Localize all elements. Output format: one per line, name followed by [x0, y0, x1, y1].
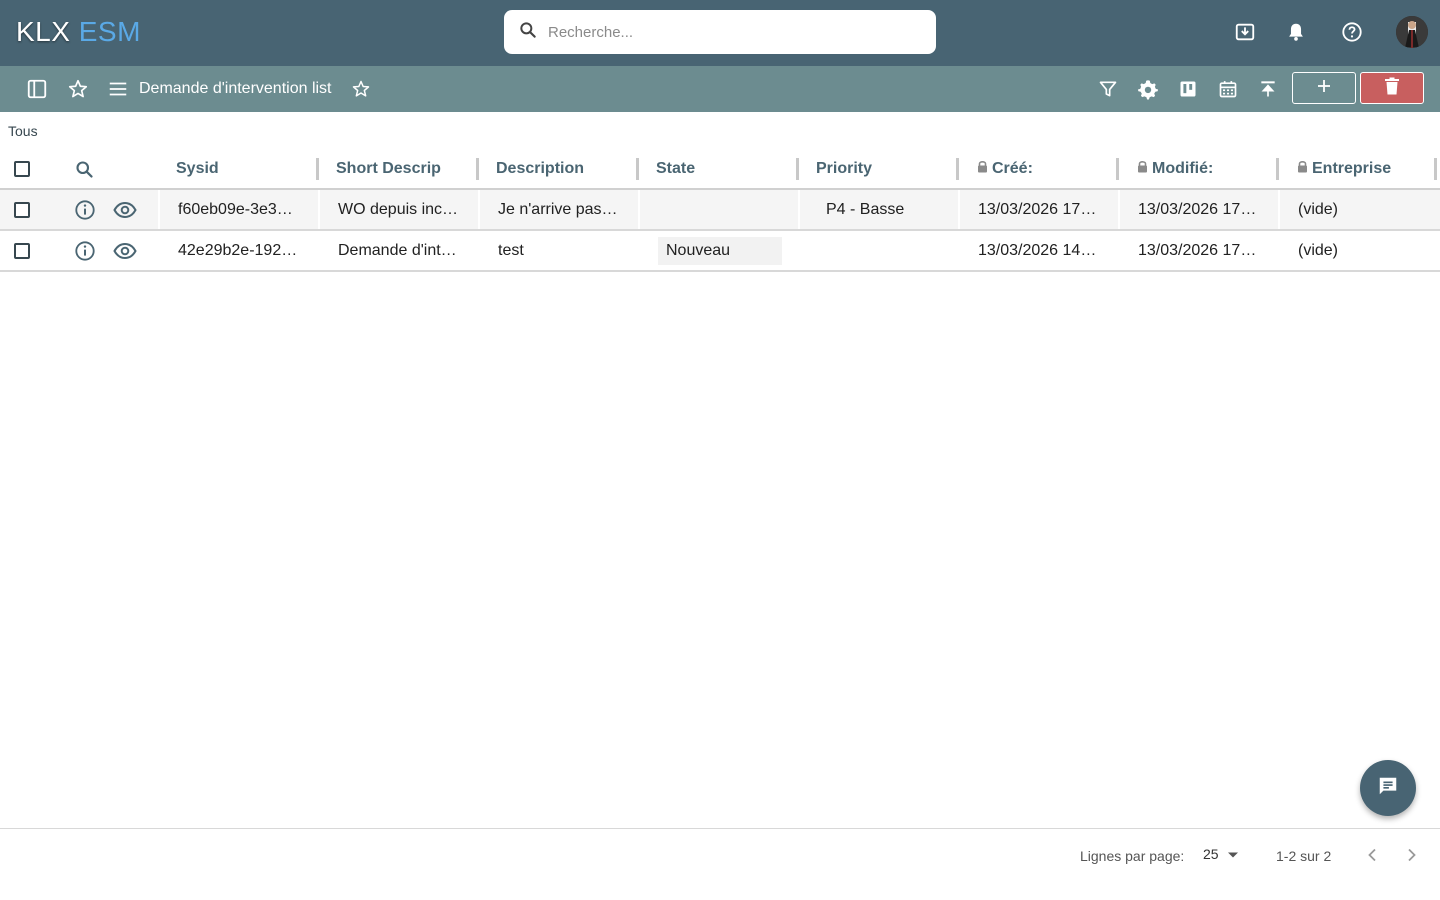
- user-avatar[interactable]: [1396, 16, 1428, 48]
- cell-modified[interactable]: 13/03/2026 17…: [1138, 190, 1256, 229]
- state-chip: Nouveau: [658, 236, 782, 265]
- cell-divider: [958, 190, 960, 229]
- filter-icon[interactable]: [1096, 77, 1120, 101]
- logo-esm: ESM: [78, 16, 141, 47]
- row-checkbox-cell: [14, 190, 30, 229]
- select-all-checkbox-cell: [14, 148, 30, 190]
- app-bar: KLX ESM: [0, 0, 1440, 66]
- search-input[interactable]: [548, 23, 928, 41]
- cell-priority[interactable]: P4 - Basse: [826, 190, 904, 229]
- column-header-description[interactable]: Description: [496, 148, 584, 190]
- cell-divider: [798, 190, 800, 229]
- column-resize-handle[interactable]: [956, 158, 959, 180]
- column-header-short-description[interactable]: Short Descrip: [336, 148, 442, 190]
- column-header-priority[interactable]: Priority: [816, 148, 872, 190]
- rows-per-page-select[interactable]: 25: [1203, 846, 1239, 862]
- favorites-star-icon[interactable]: [66, 77, 90, 101]
- next-page-button[interactable]: [1402, 845, 1422, 865]
- column-resize-handle[interactable]: [636, 158, 639, 180]
- cell-divider: [158, 190, 160, 229]
- cell-sysid[interactable]: f60eb09e-3e3…: [178, 190, 293, 229]
- rows-per-page-value: 25: [1203, 846, 1219, 862]
- footer-divider: [0, 828, 1440, 829]
- chat-fab-button[interactable]: [1360, 760, 1416, 816]
- search-icon: [518, 20, 538, 45]
- chat-message-icon: [1377, 775, 1399, 802]
- sidebar-toggle-icon[interactable]: [25, 77, 49, 101]
- table-header: Sysid Short Descrip Description State Pr…: [0, 148, 1440, 190]
- lock-icon: [1297, 160, 1308, 178]
- column-header-created[interactable]: Créé:: [977, 148, 1033, 190]
- help-icon[interactable]: [1340, 20, 1364, 44]
- column-resize-handle[interactable]: [476, 158, 479, 180]
- page-title: Demande d'intervention list: [139, 80, 332, 97]
- column-header-sysid[interactable]: Sysid: [176, 148, 219, 190]
- records-table: Sysid Short Descrip Description State Pr…: [0, 148, 1440, 272]
- lock-icon: [977, 160, 988, 178]
- column-resize-handle[interactable]: [316, 158, 319, 180]
- list-toolbar: Demande d'intervention list: [0, 66, 1440, 112]
- cell-divider: [318, 190, 320, 229]
- preview-eye-icon[interactable]: [113, 190, 137, 229]
- kanban-icon[interactable]: [1176, 77, 1200, 101]
- cell-description[interactable]: Je n'arrive pas…: [498, 190, 618, 229]
- column-search-icon[interactable]: [74, 148, 95, 190]
- column-resize-handle[interactable]: [1116, 158, 1119, 180]
- cell-divider: [638, 190, 640, 229]
- cell-created[interactable]: 13/03/2026 14…: [978, 231, 1096, 270]
- table-row[interactable]: 42e29b2e-192… Demande d'int… test Nouvea…: [0, 231, 1440, 272]
- cell-divider: [1118, 190, 1120, 229]
- cell-modified[interactable]: 13/03/2026 17…: [1138, 231, 1256, 270]
- global-search: [504, 10, 936, 54]
- preview-eye-icon[interactable]: [113, 231, 137, 270]
- cell-state[interactable]: Nouveau: [658, 231, 782, 270]
- lock-icon: [1137, 160, 1148, 178]
- menu-icon[interactable]: [106, 77, 130, 101]
- delete-records-button[interactable]: [1360, 72, 1424, 104]
- column-resize-handle[interactable]: [796, 158, 799, 180]
- cell-sysid[interactable]: 42e29b2e-192…: [178, 231, 297, 270]
- column-header-state[interactable]: State: [656, 148, 695, 190]
- cell-created[interactable]: 13/03/2026 17…: [978, 190, 1096, 229]
- cell-company[interactable]: (vide): [1298, 231, 1338, 270]
- download-icon[interactable]: [1233, 20, 1257, 44]
- cell-divider: [1278, 190, 1280, 229]
- column-resize-handle[interactable]: [1434, 158, 1437, 180]
- table-row[interactable]: f60eb09e-3e3… WO depuis inc… Je n'arrive…: [0, 190, 1440, 231]
- settings-gear-icon[interactable]: [1136, 77, 1160, 101]
- app-logo[interactable]: KLX ESM: [16, 16, 141, 48]
- row-checkbox-cell: [14, 231, 30, 270]
- column-header-company[interactable]: Entreprise: [1297, 148, 1391, 190]
- bookmark-star-icon[interactable]: [349, 77, 373, 101]
- plus-icon: [1317, 79, 1331, 98]
- add-record-button[interactable]: [1292, 72, 1356, 104]
- logo-klx: KLX: [16, 16, 71, 47]
- row-checkbox[interactable]: [14, 242, 30, 259]
- info-icon[interactable]: [74, 231, 96, 270]
- column-header-modified[interactable]: Modifié:: [1137, 148, 1213, 190]
- bell-icon[interactable]: [1284, 20, 1308, 44]
- row-checkbox[interactable]: [14, 201, 30, 218]
- cell-divider: [478, 190, 480, 229]
- cell-description[interactable]: test: [498, 231, 524, 270]
- cell-short-description[interactable]: Demande d'int…: [338, 231, 457, 270]
- info-icon[interactable]: [74, 190, 96, 229]
- select-all-checkbox[interactable]: [14, 161, 30, 177]
- trash-icon: [1384, 77, 1400, 100]
- previous-page-button[interactable]: [1362, 845, 1382, 865]
- cell-company[interactable]: (vide): [1298, 190, 1338, 229]
- cell-short-description[interactable]: WO depuis inc…: [338, 190, 458, 229]
- rows-per-page-label: Lignes par page:: [1080, 848, 1185, 864]
- calendar-icon[interactable]: [1216, 77, 1240, 101]
- export-upload-icon[interactable]: [1256, 77, 1280, 101]
- dropdown-arrow-icon: [1227, 846, 1239, 862]
- column-resize-handle[interactable]: [1276, 158, 1279, 180]
- pagination-range: 1-2 sur 2: [1276, 848, 1332, 864]
- filter-scope-label[interactable]: Tous: [8, 123, 38, 139]
